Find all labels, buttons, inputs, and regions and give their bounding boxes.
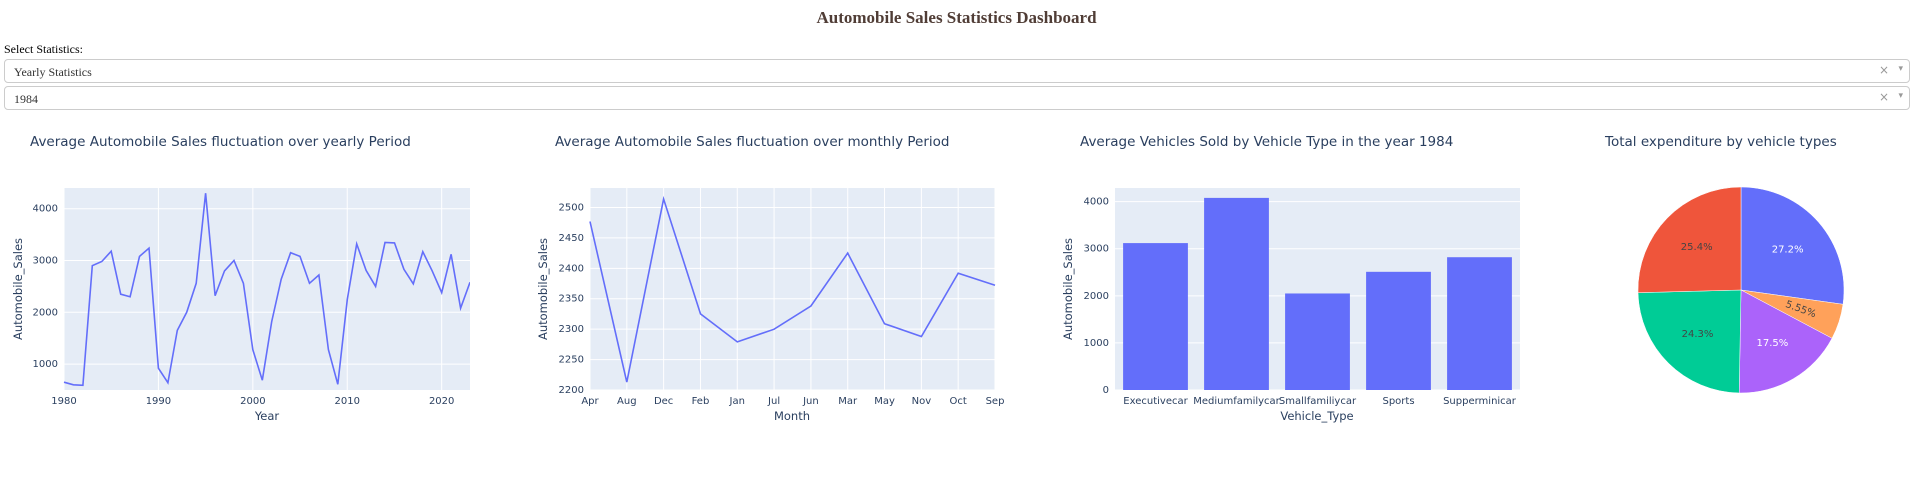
chart-title: Total expenditure by vehicle types	[1604, 134, 1837, 150]
year-dropdown[interactable]: 1984 × ▾	[4, 86, 1910, 110]
x-tick-label: Jul	[767, 396, 780, 407]
x-tick-label: Nov	[912, 396, 932, 407]
pie-slice	[1637, 289, 1742, 394]
y-axis-title: Automobile_Sales	[11, 238, 25, 340]
bar	[1447, 257, 1512, 390]
expenditure-pie-chart: Total expenditure by vehicle types 27.2%…	[1575, 130, 1905, 430]
x-axis-title: Month	[774, 409, 810, 423]
y-tick-label: 4000	[33, 204, 58, 215]
chart-title: Average Automobile Sales fluctuation ove…	[555, 134, 949, 150]
select-statistics-label: Select Statistics:	[4, 42, 83, 56]
monthly-sales-svg: Average Automobile Sales fluctuation ove…	[536, 134, 1005, 423]
x-tick-label: Aug	[617, 396, 637, 407]
x-tick-label: 2020	[429, 396, 454, 407]
y-tick-label: 2250	[559, 355, 584, 366]
vehicle-type-bar-chart: Average Vehicles Sold by Vehicle Type in…	[1050, 130, 1520, 430]
pie-label: 25.4%	[1681, 242, 1713, 253]
x-tick-label: Smallfamiliycar	[1279, 396, 1357, 407]
clear-icon[interactable]: ×	[1879, 90, 1889, 104]
x-tick-label: Mar	[838, 396, 858, 407]
statistics-dropdown[interactable]: Yearly Statistics × ▾	[4, 59, 1910, 83]
y-tick-label: 2000	[1084, 291, 1109, 302]
y-tick-label: 2000	[33, 307, 58, 318]
bar	[1285, 293, 1350, 390]
statistics-dropdown-value: Yearly Statistics	[14, 65, 92, 79]
x-tick-label: Dec	[654, 396, 673, 407]
pie-slice	[1637, 186, 1742, 293]
y-axis-title: Automobile_Sales	[536, 238, 550, 340]
chart-title: Average Automobile Sales fluctuation ove…	[30, 134, 411, 150]
x-tick-label: May	[874, 396, 895, 407]
y-tick-label: 4000	[1084, 197, 1109, 208]
bar	[1123, 243, 1188, 390]
x-tick-label: Mediumfamilycar	[1193, 396, 1280, 407]
x-axis-title: Vehicle_Type	[1280, 409, 1353, 423]
y-tick-label: 3000	[33, 256, 58, 267]
y-tick-label: 2450	[559, 233, 584, 244]
x-tick-label: 2000	[240, 396, 265, 407]
x-tick-label: Jun	[802, 396, 819, 407]
yearly-sales-chart: Average Automobile Sales fluctuation ove…	[0, 130, 470, 430]
monthly-sales-chart: Average Automobile Sales fluctuation ove…	[525, 130, 1004, 430]
plot-area	[64, 188, 470, 390]
x-tick-label: Executivecar	[1123, 396, 1188, 407]
x-tick-label: Sports	[1382, 396, 1414, 407]
y-tick-label: 2400	[559, 263, 584, 274]
x-tick-label: 1990	[146, 396, 171, 407]
x-tick-label: 1980	[51, 396, 76, 407]
x-tick-label: Supperminicar	[1443, 396, 1517, 407]
chart-title: Average Vehicles Sold by Vehicle Type in…	[1080, 134, 1453, 150]
bar	[1366, 271, 1431, 390]
y-tick-label: 0	[1103, 385, 1109, 396]
x-axis-title: Year	[254, 409, 280, 423]
y-tick-label: 2200	[559, 385, 584, 396]
y-tick-label: 2500	[559, 202, 584, 213]
y-tick-label: 2300	[559, 324, 584, 335]
pie-label: 24.3%	[1682, 329, 1714, 340]
x-tick-label: Jan	[729, 396, 745, 407]
clear-icon[interactable]: ×	[1879, 63, 1889, 77]
y-tick-label: 2350	[559, 294, 584, 305]
x-tick-label: 2010	[335, 396, 360, 407]
pie-label: 17.5%	[1757, 338, 1789, 349]
expenditure-pie-svg: Total expenditure by vehicle types 27.2%…	[1604, 134, 1845, 394]
chevron-down-icon[interactable]: ▾	[1898, 91, 1903, 101]
x-tick-label: Apr	[581, 396, 599, 407]
y-tick-label: 1000	[33, 359, 58, 370]
yearly-sales-svg: Average Automobile Sales fluctuation ove…	[11, 134, 470, 423]
year-dropdown-value: 1984	[14, 92, 38, 106]
x-tick-label: Sep	[986, 396, 1005, 407]
chevron-down-icon[interactable]: ▾	[1898, 64, 1903, 74]
pie-label: 27.2%	[1772, 244, 1804, 255]
x-tick-label: Feb	[692, 396, 710, 407]
bar	[1204, 197, 1269, 390]
y-tick-label: 3000	[1084, 244, 1109, 255]
y-tick-label: 1000	[1084, 338, 1109, 349]
page-title: Automobile Sales Statistics Dashboard	[816, 8, 1097, 27]
y-axis-title: Automobile_Sales	[1061, 238, 1075, 340]
vehicle-type-svg: Average Vehicles Sold by Vehicle Type in…	[1061, 134, 1520, 423]
x-tick-label: Oct	[950, 396, 967, 407]
